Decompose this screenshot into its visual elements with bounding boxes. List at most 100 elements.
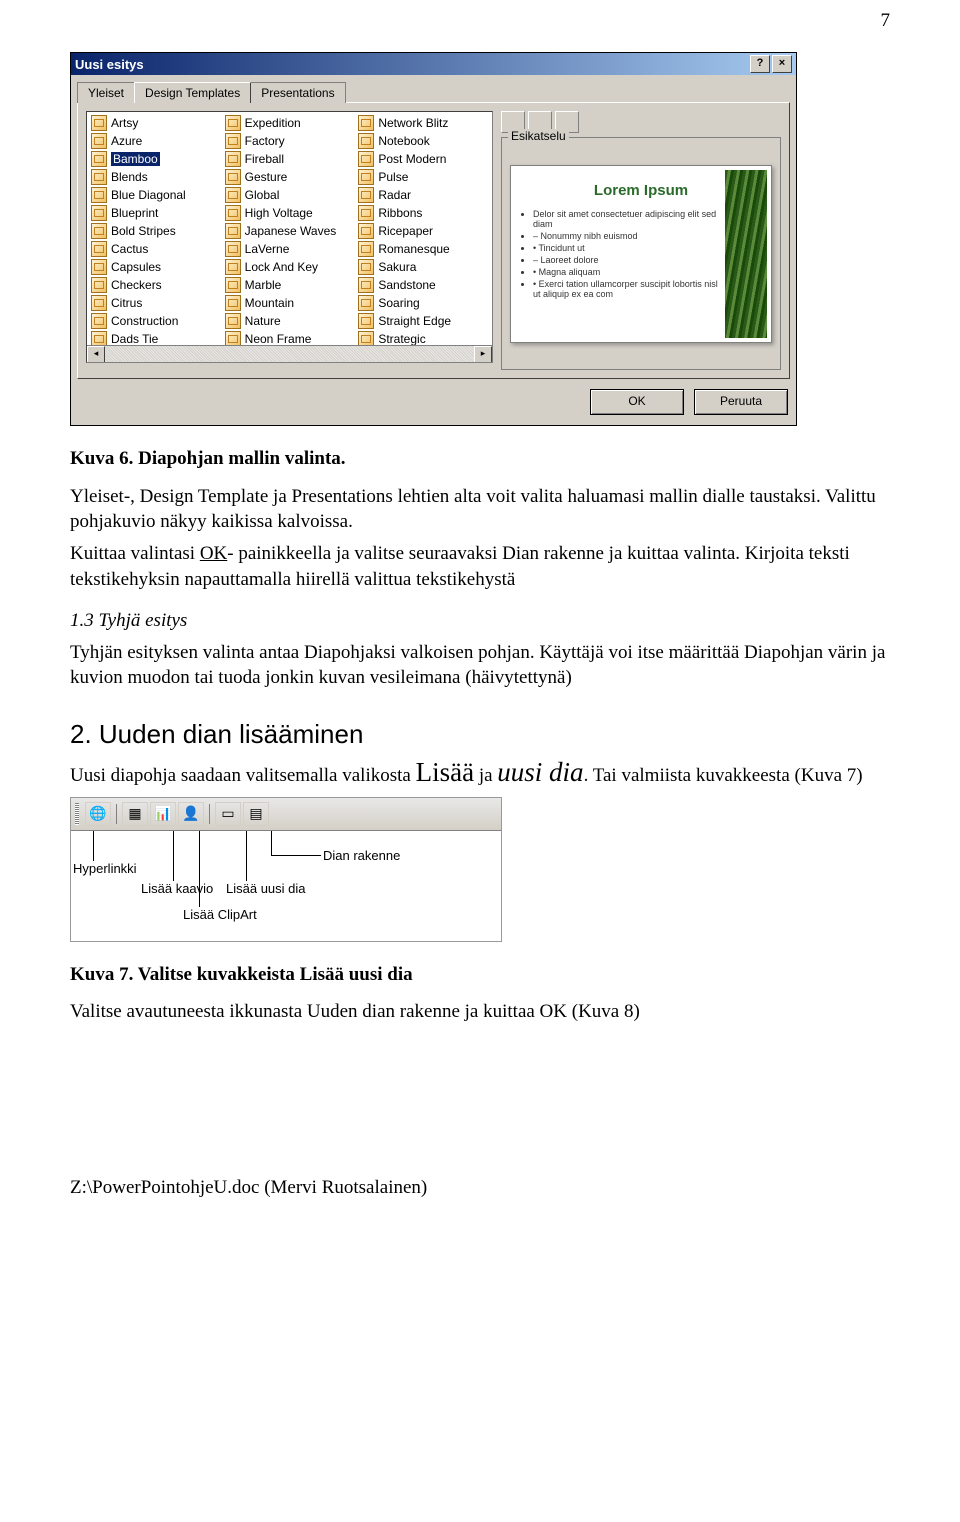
scroll-left-icon[interactable]: ◂ xyxy=(87,346,105,363)
template-item-label: Ribbons xyxy=(378,206,422,220)
label-lisaa-clipart: Lisää ClipArt xyxy=(183,907,257,922)
template-item[interactable]: Gesture xyxy=(223,168,357,186)
template-item-label: Notebook xyxy=(378,134,429,148)
template-item[interactable]: Expedition xyxy=(223,114,357,132)
template-item[interactable]: Blueprint xyxy=(89,204,223,222)
template-file-icon xyxy=(91,169,107,185)
template-file-icon xyxy=(91,133,107,149)
tab-presentations[interactable]: Presentations xyxy=(250,82,345,103)
hyperlink-icon[interactable]: 🌐 xyxy=(85,802,111,826)
template-preview: Lorem Ipsum Delor sit amet consectetuer … xyxy=(510,165,772,343)
slide-layout-icon[interactable]: ▤ xyxy=(243,802,269,826)
template-file-icon xyxy=(358,259,374,275)
template-file-icon xyxy=(358,223,374,239)
template-file-icon xyxy=(358,187,374,203)
template-item[interactable]: Bamboo xyxy=(89,150,223,168)
template-item[interactable]: High Voltage xyxy=(223,204,357,222)
template-file-icon xyxy=(225,205,241,221)
template-item[interactable]: Soaring xyxy=(356,294,490,312)
template-item-label: Blue Diagonal xyxy=(111,188,186,202)
template-file-icon xyxy=(225,259,241,275)
heading-1-3: 1.3 Tyhjä esitys xyxy=(70,608,890,634)
template-item[interactable]: Japanese Waves xyxy=(223,222,357,240)
template-item[interactable]: Pulse xyxy=(356,168,490,186)
table-icon[interactable]: ▦ xyxy=(122,802,148,826)
close-button[interactable]: × xyxy=(772,55,792,73)
tab-yleiset[interactable]: Yleiset xyxy=(77,82,135,103)
template-item[interactable]: Factory xyxy=(223,132,357,150)
template-item[interactable]: Sandstone xyxy=(356,276,490,294)
template-item[interactable]: Cactus xyxy=(89,240,223,258)
template-item[interactable]: Romanesque xyxy=(356,240,490,258)
label-dian-rakenne: Dian rakenne xyxy=(323,848,400,863)
template-file-icon xyxy=(358,313,374,329)
toolbar-figure: 🌐 ▦ 📊 👤 ▭ ▤ Hyperlinkki Lisää kaavio Lis… xyxy=(70,797,502,942)
ok-button[interactable]: OK xyxy=(590,389,684,415)
toolbar-handle-icon xyxy=(75,803,79,825)
template-item-label: Japanese Waves xyxy=(245,224,337,238)
template-file-icon xyxy=(91,259,107,275)
preview-bullets: Delor sit amet consectetuer adipiscing e… xyxy=(519,209,723,299)
template-item[interactable]: Network Blitz xyxy=(356,114,490,132)
horizontal-scrollbar[interactable]: ◂ ▸ xyxy=(87,345,492,362)
clipart-icon[interactable]: 👤 xyxy=(178,802,204,826)
template-list[interactable]: ArtsyAzure Bamboo Blends Blue Diagonal Bluep… xyxy=(86,111,493,363)
template-item[interactable]: Citrus xyxy=(89,294,223,312)
template-item[interactable]: Construction xyxy=(89,312,223,330)
template-item-label: Gesture xyxy=(245,170,288,184)
template-item[interactable]: Post Modern xyxy=(356,150,490,168)
paragraph-2: Kuittaa valintasi OK- painikkeella ja va… xyxy=(70,541,890,592)
paragraph-5: Valitse avautuneesta ikkunasta Uuden dia… xyxy=(70,999,890,1025)
chart-icon[interactable]: 📊 xyxy=(150,802,176,826)
label-lisaa-kaavio: Lisää kaavio xyxy=(141,881,213,896)
new-slide-icon[interactable]: ▭ xyxy=(215,802,241,826)
template-file-icon xyxy=(358,205,374,221)
paragraph-3: Tyhjän esityksen valinta antaa Diapohjak… xyxy=(70,640,890,691)
template-item-label: Dads Tie xyxy=(111,332,158,346)
template-item[interactable]: Bold Stripes xyxy=(89,222,223,240)
cancel-button[interactable]: Peruuta xyxy=(694,389,788,415)
scroll-right-icon[interactable]: ▸ xyxy=(474,346,492,363)
template-item[interactable]: Artsy xyxy=(89,114,223,132)
help-button[interactable]: ? xyxy=(750,55,770,73)
template-file-icon xyxy=(91,115,107,131)
template-item[interactable]: Marble xyxy=(223,276,357,294)
template-file-icon xyxy=(358,295,374,311)
template-item[interactable]: Lock And Key xyxy=(223,258,357,276)
template-item-label: Blueprint xyxy=(111,206,158,220)
template-file-icon xyxy=(225,151,241,167)
template-item-label: Citrus xyxy=(111,296,142,310)
template-file-icon xyxy=(358,169,374,185)
template-item-label: Soaring xyxy=(378,296,419,310)
template-item[interactable]: Capsules xyxy=(89,258,223,276)
template-item-label: LaVerne xyxy=(245,242,290,256)
template-item-label: Fireball xyxy=(245,152,284,166)
tab-design-templates[interactable]: Design Templates xyxy=(134,82,251,103)
template-file-icon xyxy=(91,277,107,293)
template-item[interactable]: Mountain xyxy=(223,294,357,312)
template-item[interactable]: Global xyxy=(223,186,357,204)
template-item-label: Bamboo xyxy=(111,152,160,166)
caption-kuva7: Kuva 7. Valitse kuvakkeista Lisää uusi d… xyxy=(70,962,890,988)
template-item[interactable]: Fireball xyxy=(223,150,357,168)
template-item-label: Global xyxy=(245,188,280,202)
template-file-icon xyxy=(225,277,241,293)
template-item[interactable]: Sakura xyxy=(356,258,490,276)
template-item[interactable]: Azure xyxy=(89,132,223,150)
template-item[interactable]: Blends xyxy=(89,168,223,186)
template-item[interactable]: Checkers xyxy=(89,276,223,294)
template-item[interactable]: Radar xyxy=(356,186,490,204)
template-file-icon xyxy=(225,313,241,329)
template-item[interactable]: LaVerne xyxy=(223,240,357,258)
template-file-icon xyxy=(225,133,241,149)
template-item-label: Romanesque xyxy=(378,242,449,256)
template-item[interactable]: Nature xyxy=(223,312,357,330)
template-item[interactable]: Ricepaper xyxy=(356,222,490,240)
template-item[interactable]: Notebook xyxy=(356,132,490,150)
template-item[interactable]: Straight Edge xyxy=(356,312,490,330)
template-item[interactable]: Ribbons xyxy=(356,204,490,222)
template-item[interactable]: Blue Diagonal xyxy=(89,186,223,204)
template-file-icon xyxy=(225,187,241,203)
template-item-label: Network Blitz xyxy=(378,116,448,130)
dialog-titlebar: Uusi esitys ? × xyxy=(71,53,796,75)
